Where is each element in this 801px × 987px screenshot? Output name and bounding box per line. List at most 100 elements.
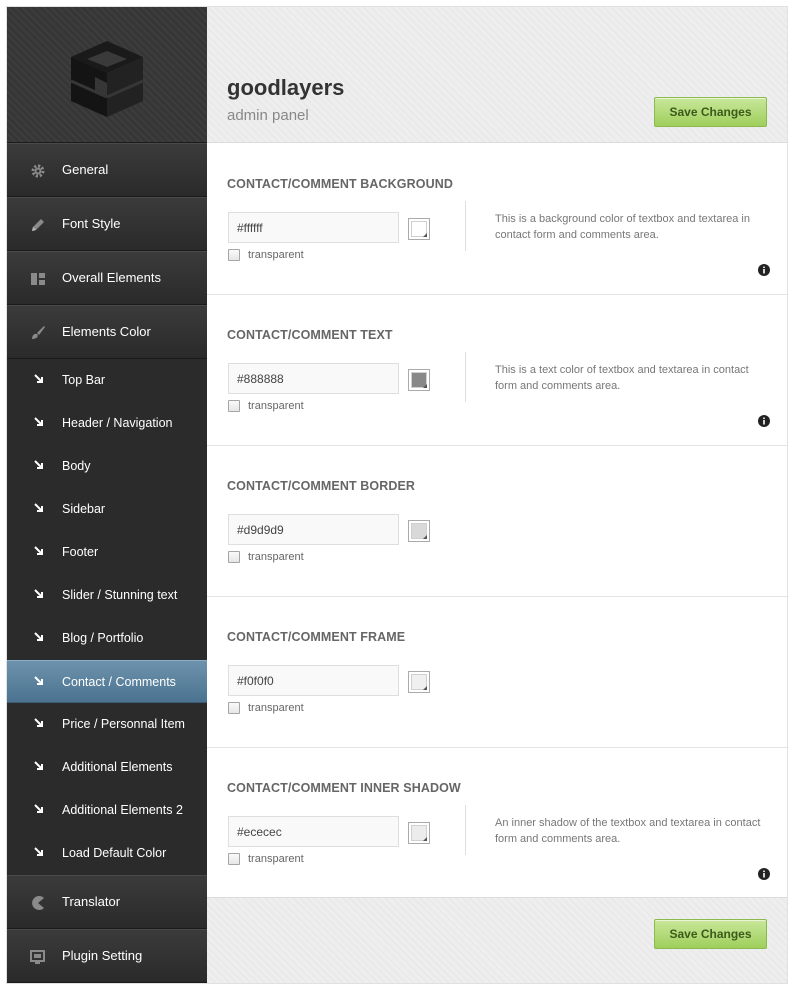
sidebar-subitem-label: Load Default Color (62, 846, 167, 860)
header: goodlayers admin panel Save Changes (207, 7, 787, 143)
arrow-down-right-icon (34, 847, 43, 856)
sidebar-subitem-additional-elements-2[interactable]: Additional Elements 2 (7, 789, 207, 832)
sidebar: General Font Style Overall Elements Elem… (7, 7, 207, 983)
color-swatch-button[interactable] (408, 671, 430, 693)
section-title: CONTACT/COMMENT TEXT (227, 328, 393, 342)
sidebar-subitem-contact-comments[interactable]: Contact / Comments (7, 660, 207, 703)
color-input[interactable] (228, 665, 399, 696)
brand-name: goodlayers (227, 75, 345, 100)
divider (465, 201, 466, 251)
sidebar-subitem-load-default-color[interactable]: Load Default Color (7, 832, 207, 875)
section-contact-border: CONTACT/COMMENT BORDER transparent (207, 446, 787, 597)
sidebar-item-elements-color[interactable]: Elements Color (7, 305, 207, 359)
arrow-down-right-icon (34, 503, 43, 512)
pacman-icon (32, 896, 44, 910)
arrow-down-right-icon (34, 417, 43, 426)
admin-frame: General Font Style Overall Elements Elem… (7, 7, 787, 983)
transparent-label: transparent (248, 400, 304, 412)
logo-area (7, 7, 207, 143)
brand-subtitle: admin panel (227, 107, 309, 124)
arrow-down-right-icon (34, 374, 43, 383)
transparent-label: transparent (248, 551, 304, 563)
sidebar-item-plugin-setting[interactable]: Plugin Setting (7, 929, 207, 983)
sidebar-subitem-label: Slider / Stunning text (62, 588, 178, 602)
color-swatch-button[interactable] (408, 218, 430, 240)
section-contact-background: CONTACT/COMMENT BACKGROUND transparent T… (207, 144, 787, 295)
sidebar-subitem-label: Blog / Portfolio (62, 631, 144, 645)
save-changes-button-bottom[interactable]: Save Changes (654, 919, 767, 949)
arrow-down-right-icon (34, 589, 43, 598)
color-swatch-button[interactable] (408, 520, 430, 542)
section-contact-text: CONTACT/COMMENT TEXT transparent This is… (207, 295, 787, 446)
save-changes-button[interactable]: Save Changes (654, 97, 767, 127)
section-contact-inner-shadow: CONTACT/COMMENT INNER SHADOW transparent… (207, 748, 787, 899)
goodlayers-logo-icon (70, 41, 144, 117)
arrow-down-right-icon (34, 546, 43, 555)
color-input[interactable] (228, 212, 399, 243)
sidebar-item-label: Overall Elements (62, 270, 161, 285)
arrow-down-right-icon (34, 632, 43, 641)
section-title: CONTACT/COMMENT INNER SHADOW (227, 781, 461, 795)
transparent-checkbox[interactable] (228, 400, 240, 412)
sidebar-subitem-price-personnal-item[interactable]: Price / Personnal Item (7, 703, 207, 746)
sidebar-subitem-body[interactable]: Body (7, 445, 207, 488)
sidebar-subitem-label: Footer (62, 545, 99, 559)
sidebar-subitem-slider-stunning-text[interactable]: Slider / Stunning text (7, 574, 207, 617)
section-description: This is a background color of textbox an… (495, 213, 750, 241)
sidebar-subitem-blog-portfolio[interactable]: Blog / Portfolio (7, 617, 207, 660)
sidebar-subitem-footer[interactable]: Footer (7, 531, 207, 574)
sidebar-subitem-label: Sidebar (62, 502, 106, 516)
divider (465, 805, 466, 855)
sidebar-item-label: Plugin Setting (62, 948, 143, 963)
color-swatch-button[interactable] (408, 822, 430, 844)
color-swatch-button[interactable] (408, 369, 430, 391)
transparent-label: transparent (248, 249, 304, 261)
sidebar-subitem-label: Body (62, 459, 91, 473)
transparent-checkbox[interactable] (228, 702, 240, 714)
info-icon[interactable] (758, 264, 770, 276)
sidebar-subitem-label: Contact / Comments (62, 675, 176, 689)
sidebar-item-label: General (62, 162, 109, 177)
sidebar-item-general[interactable]: General (7, 143, 207, 197)
sidebar-item-font-style[interactable]: Font Style (7, 197, 207, 251)
gear-icon (31, 164, 45, 178)
sidebar-item-label: Font Style (62, 216, 121, 231)
arrow-down-right-icon (34, 676, 43, 685)
transparent-checkbox[interactable] (228, 249, 240, 261)
sidebar-subitem-top-bar[interactable]: Top Bar (7, 359, 207, 402)
arrow-down-right-icon (34, 718, 43, 727)
arrow-down-right-icon (34, 804, 43, 813)
sidebar-subitem-label: Price / Personnal Item (62, 717, 185, 731)
sidebar-item-overall-elements[interactable]: Overall Elements (7, 251, 207, 305)
divider (465, 352, 466, 402)
section-title: CONTACT/COMMENT FRAME (227, 630, 406, 644)
transparent-checkbox[interactable] (228, 551, 240, 563)
brush-icon (32, 326, 45, 339)
sidebar-item-translator[interactable]: Translator (7, 875, 207, 929)
color-input[interactable] (228, 363, 399, 394)
section-title: CONTACT/COMMENT BORDER (227, 479, 416, 493)
transparent-label: transparent (248, 853, 304, 865)
info-icon[interactable] (758, 868, 770, 880)
pencil-icon (32, 219, 44, 231)
sidebar-subitem-label: Additional Elements (62, 760, 173, 774)
color-input[interactable] (228, 514, 399, 545)
elements-color-submenu: Top Bar Header / Navigation Body Sidebar… (7, 359, 207, 875)
sidebar-subitem-label: Top Bar (62, 373, 106, 387)
sidebar-subitem-additional-elements[interactable]: Additional Elements (7, 746, 207, 789)
section-description: This is a text color of textbox and text… (495, 364, 749, 392)
section-title: CONTACT/COMMENT BACKGROUND (227, 177, 453, 191)
info-icon[interactable] (758, 415, 770, 427)
plugin-icon (30, 950, 45, 964)
sidebar-subitem-label: Additional Elements 2 (62, 803, 183, 817)
transparent-checkbox[interactable] (228, 853, 240, 865)
sidebar-subitem-header-navigation[interactable]: Header / Navigation (7, 402, 207, 445)
section-contact-frame: CONTACT/COMMENT FRAME transparent (207, 597, 787, 748)
arrow-down-right-icon (34, 761, 43, 770)
color-input[interactable] (228, 816, 399, 847)
main-content: goodlayers admin panel Save Changes CONT… (207, 7, 787, 983)
sidebar-subitem-sidebar[interactable]: Sidebar (7, 488, 207, 531)
layout-icon (31, 273, 45, 285)
sidebar-item-label: Elements Color (62, 324, 151, 339)
arrow-down-right-icon (34, 460, 43, 469)
